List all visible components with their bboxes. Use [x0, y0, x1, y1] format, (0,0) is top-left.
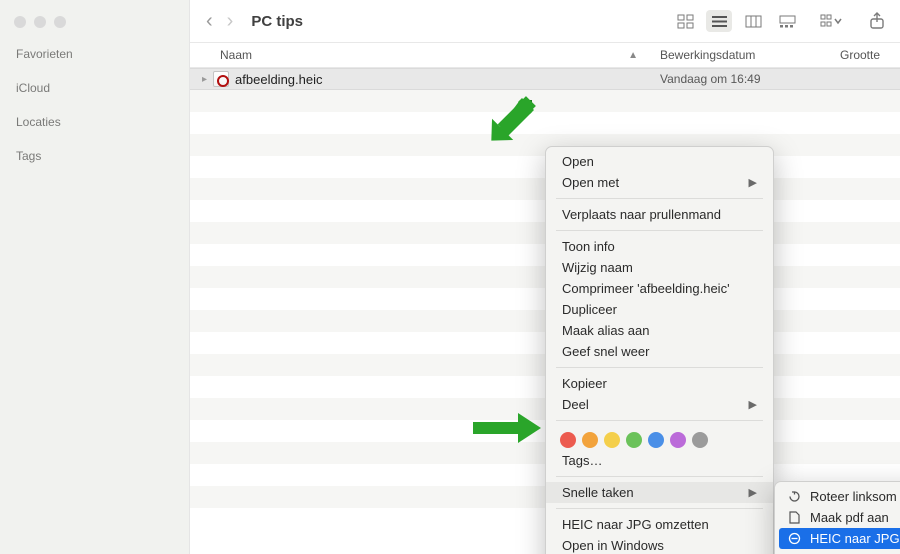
sidebar-section-icloud[interactable]: iCloud — [0, 76, 189, 100]
column-name-header[interactable]: Naam▲ — [190, 48, 650, 62]
convert-icon — [787, 532, 802, 545]
rotate-icon — [787, 490, 802, 503]
menu-quick-actions[interactable]: Snelle taken▶ — [546, 482, 773, 503]
sidebar-section-tags[interactable]: Tags — [0, 144, 189, 168]
file-date-label: Vandaag om 16:49 — [650, 72, 830, 86]
minimize-window-button[interactable] — [34, 16, 46, 28]
menu-duplicate[interactable]: Dupliceer — [546, 299, 773, 320]
file-row[interactable]: ▸ afbeelding.heic Vandaag om 16:49 — [190, 68, 900, 90]
sidebar-section-favorites[interactable]: Favorieten — [0, 42, 189, 66]
share-button[interactable] — [864, 10, 890, 32]
back-button[interactable]: ‹ — [206, 10, 213, 33]
menu-open-with[interactable]: Open met▶ — [546, 172, 773, 193]
tag-yellow[interactable] — [604, 432, 620, 448]
sidebar: Favorieten iCloud Locaties Tags — [0, 0, 190, 554]
menu-share[interactable]: Deel▶ — [546, 394, 773, 415]
menu-rename[interactable]: Wijzig naam — [546, 257, 773, 278]
tag-gray[interactable] — [692, 432, 708, 448]
forward-button[interactable]: › — [227, 10, 234, 33]
icon-view-button[interactable] — [672, 10, 698, 32]
close-window-button[interactable] — [14, 16, 26, 28]
file-list[interactable]: ▸ afbeelding.heic Vandaag om 16:49 Open … — [190, 68, 900, 554]
window-title: PC tips — [251, 13, 303, 30]
quick-actions-submenu: Roteer linksom Maak pdf aan HEIC naar JP… — [774, 481, 900, 554]
chevron-right-icon: ▶ — [749, 398, 757, 411]
column-date-header[interactable]: Bewerkingsdatum — [650, 48, 830, 62]
zoom-window-button[interactable] — [54, 16, 66, 28]
submenu-heic-to-jpg[interactable]: HEIC naar JPG omzetten — [779, 528, 900, 549]
menu-heic-to-jpg-service[interactable]: HEIC naar JPG omzetten — [546, 514, 773, 535]
file-name-label: afbeelding.heic — [235, 72, 322, 87]
gallery-view-button[interactable] — [774, 10, 800, 32]
document-icon — [787, 511, 802, 524]
finder-window: Favorieten iCloud Locaties Tags ‹ › PC t… — [0, 0, 900, 554]
tag-color-row — [546, 426, 773, 450]
chevron-right-icon: ▶ — [749, 176, 757, 189]
view-switcher — [672, 10, 800, 32]
tag-green[interactable] — [626, 432, 642, 448]
group-by-button[interactable] — [812, 10, 852, 32]
menu-copy[interactable]: Kopieer — [546, 373, 773, 394]
main-panel: ‹ › PC tips Naam▲ Bewerkingsdatum Groott… — [190, 0, 900, 554]
sort-ascending-icon: ▲ — [628, 50, 638, 61]
image-file-icon — [213, 71, 229, 87]
chevron-right-icon: ▸ — [202, 74, 207, 85]
sidebar-section-locations[interactable]: Locaties — [0, 110, 189, 134]
menu-get-info[interactable]: Toon info — [546, 236, 773, 257]
column-size-header[interactable]: Grootte — [830, 48, 900, 62]
tag-red[interactable] — [560, 432, 576, 448]
chevron-right-icon: ▶ — [749, 486, 757, 499]
menu-tags[interactable]: Tags… — [546, 450, 773, 471]
tag-orange[interactable] — [582, 432, 598, 448]
context-menu: Open Open met▶ Verplaats naar prullenman… — [545, 146, 774, 554]
menu-quick-look[interactable]: Geef snel weer — [546, 341, 773, 362]
column-header: Naam▲ Bewerkingsdatum Grootte — [190, 42, 900, 68]
window-traffic-lights — [0, 8, 189, 42]
menu-open-in-windows[interactable]: Open in Windows — [546, 535, 773, 554]
menu-move-to-trash[interactable]: Verplaats naar prullenmand — [546, 204, 773, 225]
list-view-button[interactable] — [706, 10, 732, 32]
submenu-rotate-left[interactable]: Roteer linksom — [775, 486, 900, 507]
menu-compress[interactable]: Comprimeer 'afbeelding.heic' — [546, 278, 773, 299]
column-view-button[interactable] — [740, 10, 766, 32]
toolbar: ‹ › PC tips — [190, 0, 900, 42]
tag-blue[interactable] — [648, 432, 664, 448]
submenu-create-pdf[interactable]: Maak pdf aan — [775, 507, 900, 528]
menu-open[interactable]: Open — [546, 151, 773, 172]
menu-make-alias[interactable]: Maak alias aan — [546, 320, 773, 341]
tag-purple[interactable] — [670, 432, 686, 448]
